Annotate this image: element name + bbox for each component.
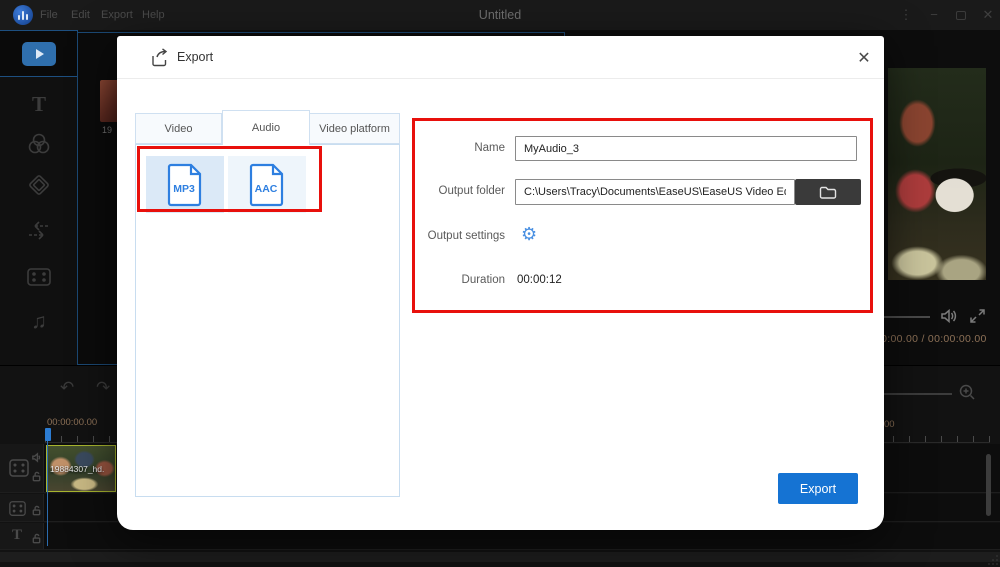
svg-text:MP3: MP3 bbox=[173, 183, 195, 195]
sidebar-item-elements[interactable] bbox=[0, 266, 78, 293]
format-mp3[interactable]: MP3 bbox=[146, 156, 224, 213]
text-tool-icon: T bbox=[31, 92, 46, 116]
track-video-1-header bbox=[0, 444, 44, 492]
media-thumbnail-label: 19 bbox=[102, 125, 113, 135]
timeline-clip[interactable]: 19884307_hd. bbox=[46, 445, 116, 492]
sidebar-item-transitions[interactable] bbox=[0, 220, 78, 247]
format-aac[interactable]: AAC bbox=[228, 156, 306, 213]
folder-icon bbox=[819, 186, 837, 199]
more-menu-icon[interactable]: ⋮ bbox=[898, 7, 914, 23]
output-settings-gear-icon[interactable]: ⚙ bbox=[521, 224, 537, 245]
close-window-icon[interactable]: ✕ bbox=[980, 7, 996, 23]
zoom-in-icon[interactable] bbox=[958, 383, 976, 406]
dialog-header-divider bbox=[117, 78, 884, 79]
video-track-icon bbox=[9, 459, 29, 477]
clip-filename: 19884307_hd. bbox=[50, 464, 105, 474]
sidebar-item-music[interactable]: ♫ bbox=[0, 310, 78, 334]
playhead-timecode: 00:00:00.00 bbox=[47, 417, 98, 428]
music-note-icon: ♫ bbox=[31, 310, 47, 333]
browse-folder-button[interactable] bbox=[795, 179, 861, 205]
titlebar: File Edit Export Help Untitled ⋮ − ✕ bbox=[0, 0, 1000, 30]
export-button-label: Export bbox=[799, 481, 837, 496]
tab-audio[interactable]: Audio bbox=[222, 110, 310, 145]
maximize-icon[interactable] bbox=[956, 11, 966, 20]
ruler-timecode-fragment: 00 bbox=[884, 419, 895, 430]
output-folder-label: Output folder bbox=[438, 185, 505, 197]
sidebar-item-text[interactable]: T bbox=[0, 92, 78, 117]
tab-label: Audio bbox=[251, 122, 281, 134]
playhead-handle[interactable] bbox=[45, 428, 51, 441]
redo-icon[interactable]: ↷ bbox=[96, 378, 110, 398]
track-video-2-header bbox=[0, 494, 44, 521]
export-button[interactable]: Export bbox=[778, 473, 858, 504]
tab-label: Video platform bbox=[319, 122, 390, 135]
volume-icon[interactable] bbox=[939, 307, 958, 330]
resize-grip-icon[interactable] bbox=[988, 554, 999, 565]
sidebar-item-filters[interactable] bbox=[0, 132, 78, 161]
duration-label: Duration bbox=[461, 274, 505, 286]
fullscreen-icon[interactable] bbox=[969, 308, 986, 329]
playhead-line bbox=[47, 428, 48, 546]
track-text-header: T bbox=[0, 523, 44, 549]
track-lock-icon[interactable] bbox=[31, 471, 42, 482]
elements-icon bbox=[27, 268, 51, 286]
timeline-hscrollbar bbox=[0, 552, 1000, 562]
svg-text:AAC: AAC bbox=[255, 183, 278, 195]
document-title: Untitled bbox=[478, 8, 522, 22]
transitions-icon bbox=[29, 221, 49, 240]
dialog-close-icon[interactable]: ✕ bbox=[854, 48, 874, 68]
sidebar-item-overlays[interactable] bbox=[0, 172, 78, 203]
track-mute-icon[interactable] bbox=[31, 452, 42, 463]
dialog-title: Export bbox=[177, 50, 214, 64]
export-dialog: Export ✕ Video Audio Video platform MP3 bbox=[117, 36, 884, 530]
preview-time-display: 00:00.00 / 00:00:00.00 bbox=[875, 333, 987, 345]
minimize-icon[interactable]: − bbox=[926, 7, 942, 23]
track-lock-icon[interactable] bbox=[31, 533, 42, 544]
filters-icon bbox=[28, 133, 50, 154]
duration-value: 00:00:12 bbox=[517, 274, 562, 286]
text-track-icon: T bbox=[12, 527, 23, 543]
sidebar-item-media[interactable] bbox=[0, 30, 78, 77]
undo-icon[interactable]: ↶ bbox=[60, 378, 74, 398]
tab-video[interactable]: Video bbox=[135, 113, 222, 144]
output-folder-input[interactable] bbox=[515, 179, 795, 205]
name-label: Name bbox=[474, 142, 505, 154]
app-window: File Edit Export Help Untitled ⋮ − ✕ T ♫… bbox=[0, 0, 1000, 567]
video-track-icon bbox=[9, 501, 26, 516]
tab-video-platform[interactable]: Video platform bbox=[310, 113, 400, 144]
format-list-panel: MP3 AAC bbox=[135, 144, 400, 497]
mp3-file-icon: MP3 bbox=[167, 163, 203, 207]
preview-video-frame bbox=[888, 68, 986, 280]
aac-file-icon: AAC bbox=[249, 163, 285, 207]
output-settings-label: Output settings bbox=[427, 230, 505, 242]
track-lock-icon[interactable] bbox=[31, 505, 42, 516]
media-play-icon bbox=[22, 42, 56, 66]
name-input[interactable] bbox=[515, 136, 857, 161]
export-dialog-icon bbox=[150, 48, 171, 73]
tab-label: Video bbox=[164, 122, 193, 135]
overlays-icon bbox=[29, 175, 49, 195]
timeline-vscrollbar-handle[interactable] bbox=[986, 454, 991, 516]
